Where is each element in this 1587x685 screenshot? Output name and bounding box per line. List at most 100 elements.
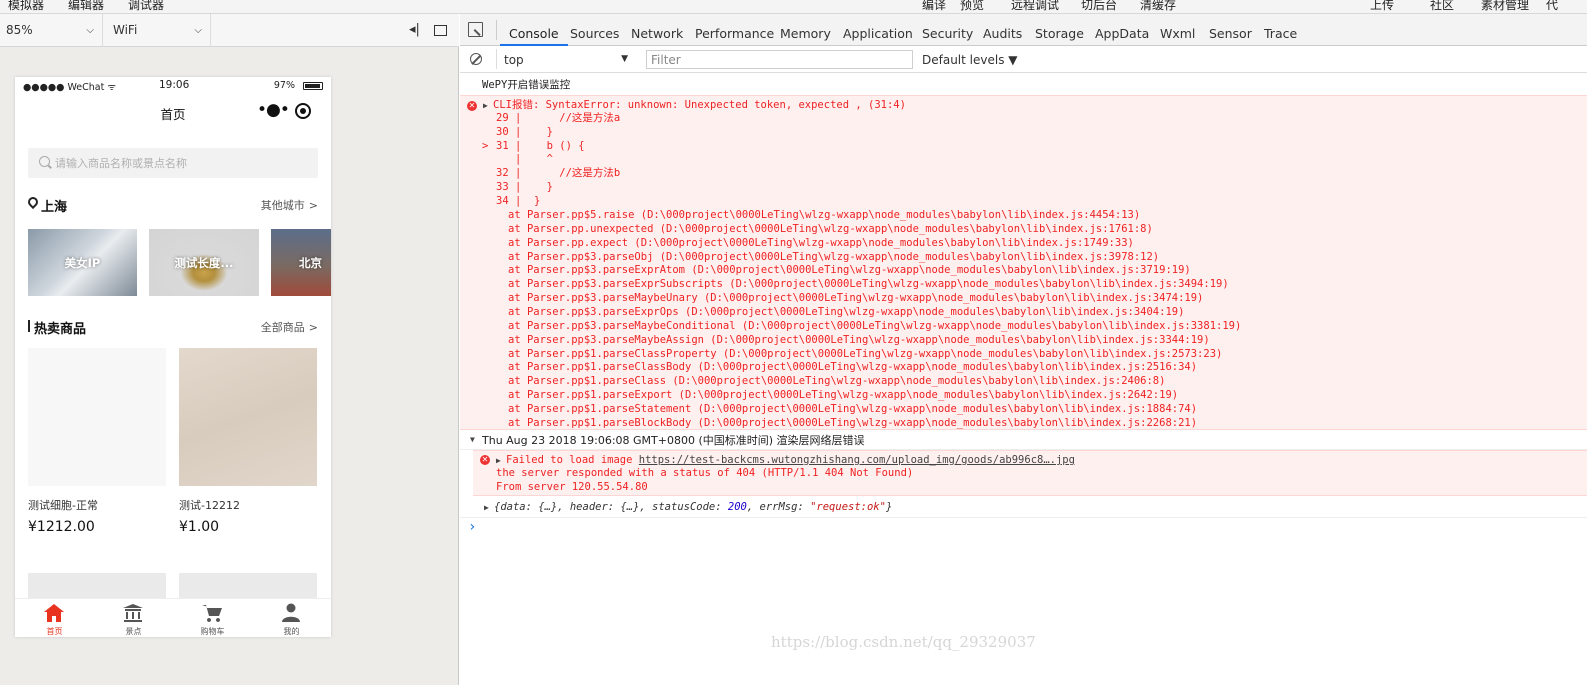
tab-appdata[interactable]: AppData (1095, 14, 1149, 46)
scenic-tile[interactable]: 测试长度... (149, 229, 259, 296)
error-message: Failed to load image https://test-backcm… (506, 454, 1075, 468)
tab-home[interactable]: 首页 (15, 599, 94, 637)
menu-debugger[interactable]: 调试器 (128, 0, 164, 13)
product-price: ¥1212.00 (28, 519, 95, 535)
simulator-panel: 85% ⌵ WiFi ⌵ ◂| ●●●●● WeChat ᯤ 19:06 97%… (0, 14, 459, 685)
phone-status-bar: ●●●●● WeChat ᯤ 19:06 97% (15, 77, 331, 95)
stack-frame[interactable]: at Parser.pp$1.parseExport (D:\000projec… (508, 389, 1178, 403)
search-bar[interactable] (28, 148, 318, 178)
context-select[interactable]: top ▼ (496, 49, 636, 69)
other-cities-link[interactable]: 其他城市 > (261, 197, 318, 213)
menu-more[interactable]: 代 (1546, 0, 1558, 13)
tab-network[interactable]: Network (631, 14, 683, 46)
menu-preview[interactable]: 预览 (960, 0, 984, 13)
menu-assets[interactable]: 素材管理 (1481, 0, 1529, 13)
stack-frame[interactable]: at Parser.pp$1.parseStatement (D:\000pro… (508, 403, 1197, 417)
scenic-tile[interactable]: 美女IP (28, 229, 137, 296)
tab-profile[interactable]: 我的 (252, 599, 331, 637)
expand-triangle-icon[interactable]: ▶ (496, 456, 501, 465)
console-log: WePY开启错误监控 (460, 73, 1587, 95)
tab-wxml[interactable]: Wxml (1160, 14, 1195, 46)
stack-frame[interactable]: at Parser.pp$3.parseExprSubscripts (D:\0… (508, 278, 1229, 292)
line-text: b () { (521, 139, 585, 152)
detach-window-icon[interactable] (434, 25, 447, 36)
tab-application[interactable]: Application (843, 14, 913, 46)
tab-sensor[interactable]: Sensor (1209, 14, 1252, 46)
speaker-icon[interactable]: ◂| (409, 22, 420, 37)
expand-triangle-icon[interactable]: ▶ (483, 101, 488, 110)
tab-audits[interactable]: Audits (983, 14, 1022, 46)
stack-frame[interactable]: at Parser.pp$3.parseMaybeConditional (D:… (508, 320, 1241, 334)
tab-memory[interactable]: Memory (780, 14, 831, 46)
network-select[interactable]: WiFi ⌵ (103, 14, 211, 47)
close-capsule-icon[interactable] (295, 103, 311, 119)
divider (496, 20, 497, 40)
tile-label: 测试长度... (174, 256, 234, 270)
tab-console[interactable]: Console (500, 14, 568, 46)
stack-frame[interactable]: at Parser.pp$3.parseMaybeAssign (D:\000p… (508, 334, 1210, 348)
expand-triangle-icon[interactable]: ▶ (484, 503, 489, 512)
filter-input[interactable] (646, 50, 913, 69)
console-log[interactable]: ▶ {data: {…}, header: {…}, statusCode: 2… (460, 496, 1587, 518)
image-url-link[interactable]: https://test-backcms.wutongzhishang.com/… (639, 454, 1075, 466)
product-name[interactable]: 测试细胞-正常 (28, 497, 98, 513)
clear-console-icon[interactable] (470, 53, 482, 65)
battery-icon (303, 82, 323, 90)
top-menu-bar: 模拟器 编辑器 调试器 编译 预览 远程调试 切后台 清缓存 上传 社区 素材管… (0, 0, 1587, 14)
error-message[interactable]: CLI报错: SyntaxError: unknown: Unexpected … (493, 99, 906, 113)
hot-goods-title: 热卖商品 (34, 322, 87, 337)
menu-upload[interactable]: 上传 (1370, 0, 1394, 13)
tab-sources[interactable]: Sources (570, 14, 619, 46)
line-gutter: | (508, 139, 522, 152)
stack-frame[interactable]: at Parser.pp.expect (D:\000project\0000L… (508, 237, 1134, 251)
menu-background[interactable]: 切后台 (1081, 0, 1117, 13)
console-group[interactable]: ▼ Thu Aug 23 2018 19:06:08 GMT+0800 (中国标… (460, 430, 1587, 450)
stack-frame[interactable]: at Parser.pp$1.parseBlockBody (D:\000pro… (508, 417, 1197, 431)
product-image[interactable] (179, 348, 317, 486)
zoom-select[interactable]: 85% ⌵ (0, 14, 103, 47)
line-number: 34 (496, 194, 509, 207)
product-name[interactable]: 测试-12212 (179, 497, 240, 513)
tab-performance[interactable]: Performance (695, 14, 774, 46)
search-icon (39, 156, 50, 167)
stack-frame[interactable]: at Parser.pp$1.parseClass (D:\000project… (508, 375, 1165, 389)
menu-simulator[interactable]: 模拟器 (8, 0, 44, 13)
stack-frame[interactable]: at Parser.pp.unexpected (D:\000project\0… (508, 223, 1153, 237)
stack-frame[interactable]: at Parser.pp$1.parseClassProperty (D:\00… (508, 348, 1222, 362)
product-image[interactable] (28, 348, 166, 486)
log-levels-select[interactable]: Default levels ▼ (922, 49, 1018, 71)
menu-compile[interactable]: 编译 (922, 0, 946, 13)
tab-cart[interactable]: 购物车 (173, 599, 252, 637)
all-goods-link[interactable]: 全部商品 > (261, 319, 318, 335)
console-error: ✕ ▶ CLI报错: SyntaxError: unknown: Unexpec… (460, 95, 1587, 430)
console-prompt[interactable]: › (460, 518, 1587, 538)
stack-frame[interactable]: at Parser.pp$3.parseExprOps (D:\000proje… (508, 306, 1184, 320)
stack-frame[interactable]: at Parser.pp$3.parseMaybeUnary (D:\000pr… (508, 292, 1203, 306)
current-city[interactable]: 上海 (41, 196, 67, 215)
tab-label: 我的 (283, 627, 300, 636)
chevron-right-icon: > (308, 321, 318, 334)
tab-scenic[interactable]: 景点 (94, 599, 173, 637)
more-dots-icon[interactable]: •●• (257, 100, 290, 120)
tab-trace[interactable]: Trace (1264, 14, 1297, 46)
line-text: } (521, 181, 553, 193)
watermark: https://blog.csdn.net/qq_29329037 (771, 633, 1036, 651)
tab-label: 景点 (125, 627, 142, 636)
menu-clear-cache[interactable]: 清缓存 (1140, 0, 1176, 13)
stack-frame[interactable]: at Parser.pp$1.parseClassBody (D:\000pro… (508, 361, 1197, 375)
search-input[interactable] (55, 148, 310, 178)
menu-remote-debug[interactable]: 远程调试 (1011, 0, 1059, 13)
nav-bar: 首页 •●• (15, 95, 331, 131)
menu-editor[interactable]: 编辑器 (68, 0, 104, 13)
collapse-triangle-icon[interactable]: ▼ (470, 435, 475, 444)
tab-storage[interactable]: Storage (1035, 14, 1084, 46)
code-line: 30 | } (482, 126, 553, 140)
tab-security[interactable]: Security (922, 14, 973, 46)
stack-frame[interactable]: at Parser.pp$3.parseObj (D:\000project\0… (508, 251, 1159, 265)
scenic-tile[interactable]: 北京 (271, 229, 331, 296)
inspect-element-icon[interactable] (468, 22, 483, 37)
stack-frame[interactable]: at Parser.pp$5.raise (D:\000project\0000… (508, 209, 1140, 223)
menu-community[interactable]: 社区 (1430, 0, 1454, 13)
stack-frame[interactable]: at Parser.pp$3.parseExprAtom (D:\000proj… (508, 264, 1191, 278)
line-text: } (521, 125, 553, 138)
